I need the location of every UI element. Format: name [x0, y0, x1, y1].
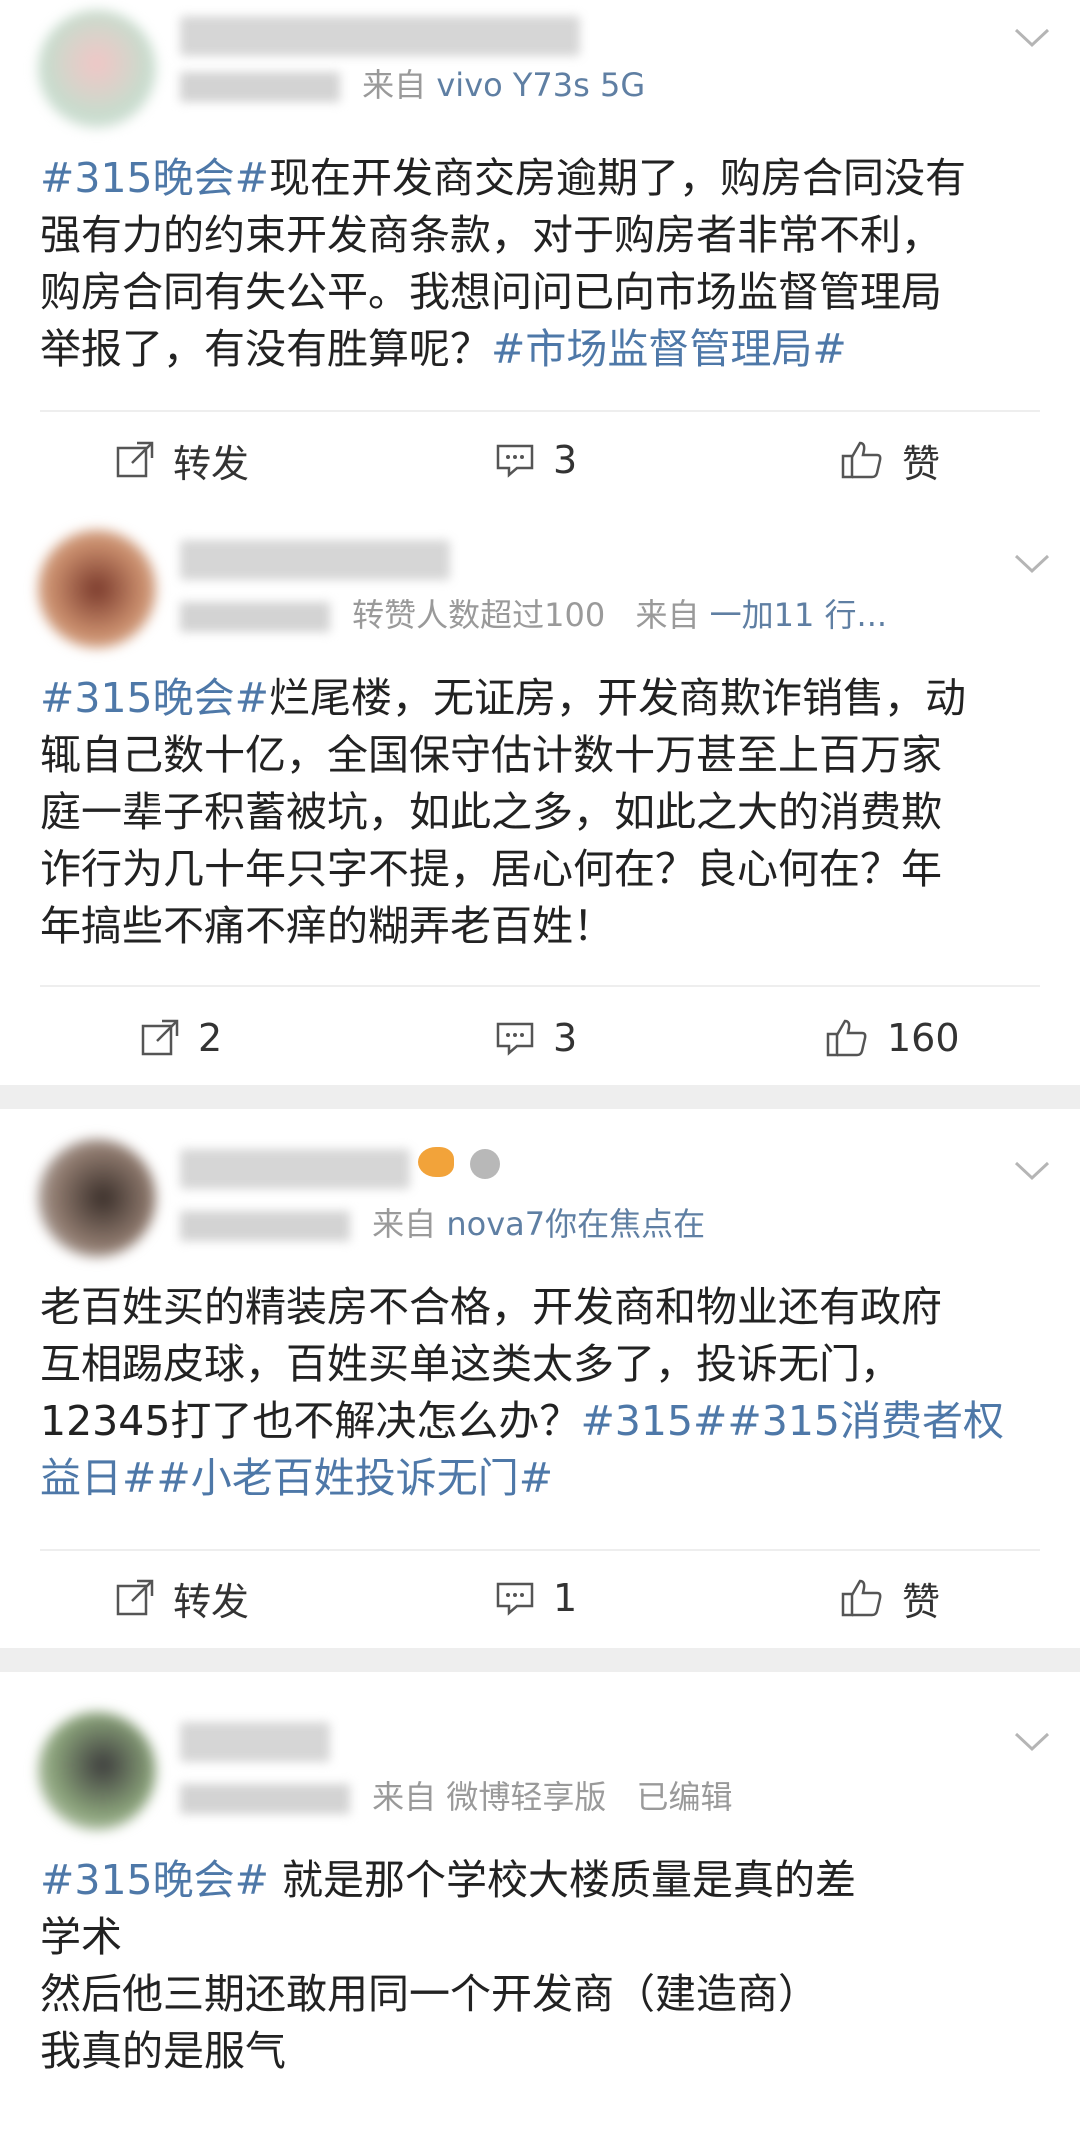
content-text: 现在开发商交房逾期了，购房合同没有 [268, 154, 966, 202]
content-text: 举报了，有没有胜算呢？ [40, 325, 491, 373]
like-label: 赞 [902, 1579, 941, 1624]
hashtag[interactable]: #315晚会# [40, 1856, 269, 1904]
avatar[interactable] [38, 530, 156, 648]
chevron-down-icon[interactable] [1014, 554, 1050, 574]
content-text: 辄自己数十亿，全国保守估计数十万甚至上百万家 [40, 731, 942, 779]
content-text: 12345打了也不解决怎么办？ [40, 1397, 581, 1445]
comment-count: 3 [553, 1016, 578, 1060]
medal-icon [470, 1149, 500, 1179]
post-meta: 来自 vivo Y73s 5G [180, 60, 645, 104]
action-bar: 转发 3 赞 [0, 430, 1080, 490]
post-meta: 来自 nova7你在焦点在 [180, 1199, 705, 1243]
username-blurred[interactable] [180, 540, 450, 580]
content-text: 诈行为几十年只字不提，居心何在？良心何在？年 [40, 845, 942, 893]
repost-button[interactable]: 转发 [115, 1568, 249, 1628]
avatar[interactable] [38, 10, 156, 128]
repost-label: 转发 [173, 441, 250, 486]
content-text: 我真的是服气 [40, 2027, 286, 2075]
content-text: 老百姓买的精装房不合格，开发商和物业还有政府 [40, 1283, 942, 1331]
comment-icon [496, 1022, 534, 1056]
repost-icon [116, 1579, 154, 1616]
like-button[interactable]: 160 [825, 1008, 960, 1068]
content-text: 强有力的约束开发商条款，对于购房者非常不利， [40, 211, 942, 259]
post-2: 转赞人数超过100 来自 一加11 行... #315晚会#烂尾楼，无证房，开发… [0, 510, 1080, 1070]
content-text: 购房合同有失公平。我想问问已向市场监督管理局 [40, 268, 942, 316]
username-blurred[interactable] [180, 16, 580, 56]
content-text: 就是那个学校大楼质量是真的差 [268, 1856, 856, 1904]
repost-button[interactable]: 转发 [115, 430, 249, 490]
post-separator [0, 1085, 1080, 1109]
action-bar: 转发 1 赞 [0, 1568, 1080, 1628]
comment-count: 3 [553, 438, 578, 482]
source-prefix: 来自 [372, 1778, 437, 1816]
source-device[interactable]: vivo Y73s 5G [436, 66, 645, 104]
content-text: 互相踢皮球，百姓买单这类太多了，投诉无门， [40, 1340, 901, 1388]
post-4: 来自 微博轻享版 已编辑 #315晚会# 就是那个学校大楼质量是真的差 学术 然… [0, 1672, 1080, 2134]
source-prefix: 来自 [635, 596, 700, 634]
divider [40, 1549, 1040, 1551]
post-1: 来自 vivo Y73s 5G #315晚会#现在开发商交房逾期了，购房合同没有… [0, 0, 1080, 412]
content-text: 烂尾楼，无证房，开发商欺诈销售，动 [268, 674, 966, 722]
edited-label: 已编辑 [636, 1778, 733, 1816]
username-blurred[interactable] [180, 1722, 330, 1762]
post-content[interactable]: 老百姓买的精装房不合格，开发商和物业还有政府 互相踢皮球，百姓买单这类太多了，投… [40, 1279, 1040, 1507]
comment-count: 1 [553, 1576, 578, 1620]
comment-button[interactable]: 3 [495, 1008, 577, 1068]
avatar[interactable] [38, 1712, 156, 1830]
like-icon [841, 1579, 882, 1617]
like-button[interactable]: 赞 [840, 1568, 940, 1628]
avatar[interactable] [38, 1139, 156, 1257]
hashtag[interactable]: #315##315消费者权 [580, 1397, 1004, 1445]
like-button[interactable]: 赞 [840, 430, 940, 490]
chevron-down-icon[interactable] [1014, 1161, 1050, 1181]
username-blurred[interactable] [180, 1149, 410, 1189]
repost-icon [116, 441, 154, 478]
divider [40, 985, 1040, 987]
post-content[interactable]: #315晚会#现在开发商交房逾期了，购房合同没有 强有力的约束开发商条款，对于购… [40, 150, 1040, 378]
like-icon [826, 1019, 867, 1057]
source-device[interactable]: nova7你在焦点在 [446, 1205, 705, 1243]
repost-icon [141, 1019, 179, 1056]
source-prefix: 来自 [362, 66, 427, 104]
hashtag[interactable]: #市场监督管理局# [491, 325, 847, 373]
content-text: 庭一辈子积蓄被坑，如此之多，如此之大的消费欺 [40, 788, 942, 836]
content-text: 学术 [40, 1913, 122, 1961]
comment-icon [496, 1582, 534, 1616]
source-device[interactable]: 微博轻享版 [446, 1778, 606, 1816]
fish-badge-icon [418, 1147, 454, 1177]
post-separator [0, 1648, 1080, 1672]
content-text: 年搞些不痛不痒的糊弄老百姓！ [40, 902, 614, 950]
hashtag[interactable]: 益日##小老百姓投诉无门# [40, 1454, 553, 1502]
repost-count: 2 [198, 1016, 223, 1060]
repost-like-count: 转赞人数超过100 [352, 596, 606, 634]
like-count: 160 [887, 1016, 960, 1060]
comment-icon [496, 444, 534, 478]
repost-button[interactable]: 2 [140, 1008, 222, 1068]
post-content[interactable]: #315晚会# 就是那个学校大楼质量是真的差 学术 然后他三期还敢用同一个开发商… [40, 1852, 1040, 2080]
comment-button[interactable]: 1 [495, 1568, 577, 1628]
content-text: 然后他三期还敢用同一个开发商（建造商） [40, 1970, 819, 2018]
post-content[interactable]: #315晚会#烂尾楼，无证房，开发商欺诈销售，动 辄自己数十亿，全国保守估计数十… [40, 670, 1040, 955]
like-icon [841, 441, 882, 479]
source-prefix: 来自 [372, 1205, 437, 1243]
chevron-down-icon[interactable] [1014, 28, 1050, 48]
post-meta: 转赞人数超过100 来自 一加11 行... [180, 590, 887, 634]
divider [40, 410, 1040, 412]
source-device[interactable]: 一加11 行... [710, 596, 887, 634]
like-label: 赞 [902, 441, 941, 486]
hashtag[interactable]: #315晚会# [40, 154, 269, 202]
hashtag[interactable]: #315晚会# [40, 674, 269, 722]
chevron-down-icon[interactable] [1014, 1732, 1050, 1752]
repost-label: 转发 [173, 1579, 250, 1624]
action-bar: 2 3 160 [0, 1008, 1080, 1068]
post-meta: 来自 微博轻享版 已编辑 [180, 1772, 733, 1816]
comment-button[interactable]: 3 [495, 430, 577, 490]
